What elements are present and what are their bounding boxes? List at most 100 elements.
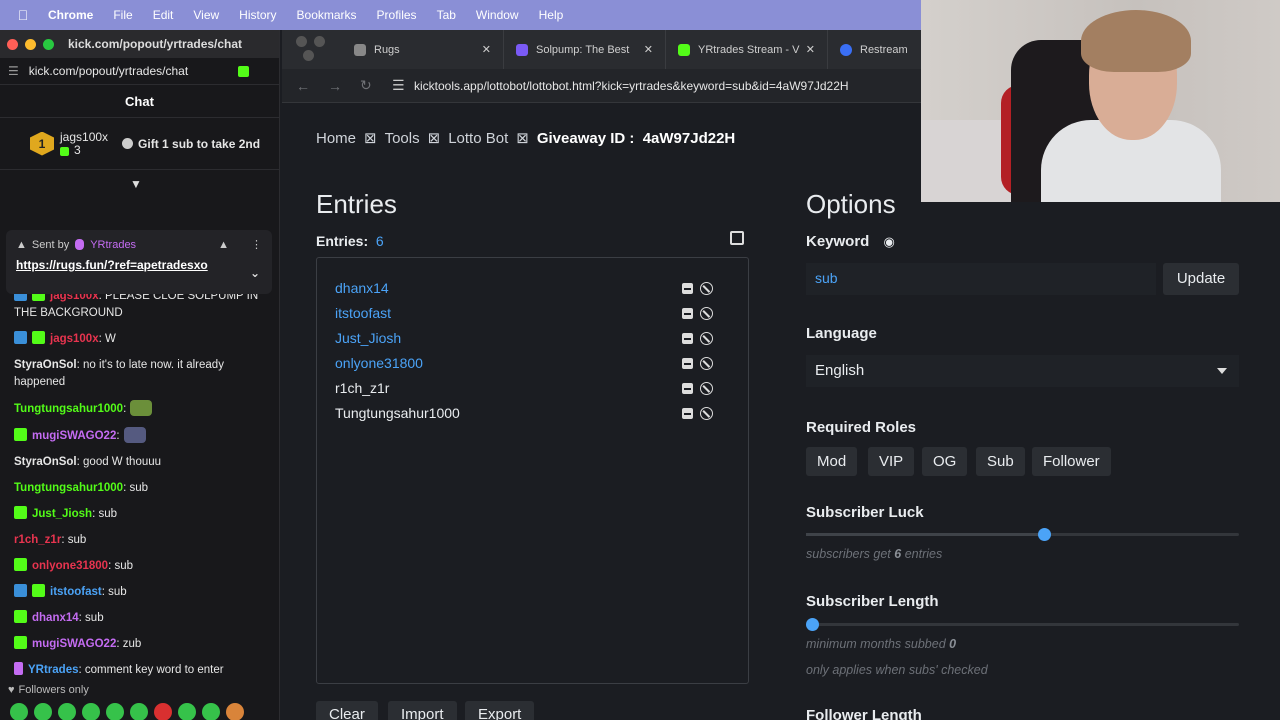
ban-entry-icon[interactable] xyxy=(700,332,713,345)
emote-icon[interactable] xyxy=(58,703,76,720)
emote-icon[interactable] xyxy=(226,703,244,720)
keyword-input[interactable]: sub xyxy=(806,263,1156,295)
eye-icon[interactable]: ◉ xyxy=(884,234,895,249)
zoom-window-icon[interactable] xyxy=(43,38,54,50)
tab-rugs[interactable]: Rugs ✕ xyxy=(342,30,504,69)
menu-help[interactable]: Help xyxy=(539,8,564,22)
role-vip-button[interactable]: VIP xyxy=(868,447,915,476)
back-arrow-icon[interactable]: ← xyxy=(296,78,314,94)
menu-window[interactable]: Window xyxy=(476,8,519,22)
close-tab-icon[interactable]: ✕ xyxy=(482,43,491,56)
subscriber-luck-slider[interactable] xyxy=(806,528,1239,541)
url-field[interactable]: kicktools.app/lottobot/lottobot.html?kic… xyxy=(414,79,849,93)
chat-username[interactable]: StyraOnSol xyxy=(14,456,77,468)
language-select[interactable]: English xyxy=(806,355,1239,387)
chat-username[interactable]: StyraOnSol xyxy=(14,359,77,371)
entry-name[interactable]: onlyone31800 xyxy=(335,355,423,371)
pinned-link-text[interactable]: https://rugs.fun/?ref=apetradesxo xyxy=(16,258,208,272)
emote-icon[interactable] xyxy=(82,703,100,720)
slider-thumb[interactable] xyxy=(806,618,819,631)
chat-url-bar[interactable]: ☰ kick.com/popout/yrtrades/chat xyxy=(0,58,279,85)
menu-view[interactable]: View xyxy=(193,8,219,22)
breadcrumb-home[interactable]: Home xyxy=(316,130,356,147)
subscriber-length-slider[interactable] xyxy=(806,618,1239,631)
minimize-window-icon[interactable] xyxy=(25,38,36,50)
unpin-icon[interactable]: ▲ xyxy=(218,239,229,251)
pinned-sent-by: Sent by xyxy=(31,238,70,251)
remove-entry-icon[interactable] xyxy=(682,283,693,294)
menu-profiles[interactable]: Profiles xyxy=(377,8,417,22)
remove-entry-icon[interactable] xyxy=(682,383,693,394)
emote-icon[interactable] xyxy=(10,703,28,720)
ban-entry-icon[interactable] xyxy=(700,357,713,370)
menu-file[interactable]: File xyxy=(113,8,132,22)
reload-icon[interactable]: ↻ xyxy=(360,77,378,94)
ban-entry-icon[interactable] xyxy=(700,282,713,295)
menu-edit[interactable]: Edit xyxy=(153,8,174,22)
update-button[interactable]: Update xyxy=(1163,263,1239,295)
emote-icon[interactable] xyxy=(130,703,148,720)
gift-cta[interactable]: Gift 1 sub to take 2nd xyxy=(122,137,260,151)
pinned-message[interactable]: ▲ Sent by YRtrades ▲ ⋮ https://rugs.fun/… xyxy=(6,230,272,294)
emote-icon[interactable] xyxy=(178,703,196,720)
more-options-icon[interactable]: ⋮ xyxy=(251,238,262,251)
entry-name[interactable]: r1ch_z1r xyxy=(335,380,389,396)
site-settings-icon[interactable]: ☰ xyxy=(8,64,19,78)
ban-entry-icon[interactable] xyxy=(700,307,713,320)
collapse-handle-icon[interactable]: ▼ xyxy=(130,177,142,191)
menu-history[interactable]: History xyxy=(239,8,276,22)
ban-entry-icon[interactable] xyxy=(700,382,713,395)
role-follower-button[interactable]: Follower xyxy=(1032,447,1111,476)
pinned-link[interactable]: https://rugs.fun/?ref=apetradesxo ⌄ xyxy=(6,251,272,280)
site-info-icon[interactable]: ☰ xyxy=(392,77,410,94)
clear-button[interactable]: Clear xyxy=(316,701,378,720)
tab-solpump[interactable]: Solpump: The Best ✕ xyxy=(504,30,666,69)
role-mod-button[interactable]: Mod xyxy=(806,447,858,476)
import-button[interactable]: Import xyxy=(388,701,457,720)
emote-icon[interactable] xyxy=(106,703,124,720)
emote-icon[interactable] xyxy=(154,703,172,720)
subscriber-luck-label: Subscriber Luck xyxy=(806,504,924,521)
emote-icon[interactable] xyxy=(202,703,220,720)
chat-username[interactable]: Tungtungsahur1000 xyxy=(14,403,123,415)
forward-arrow-icon[interactable]: → xyxy=(328,78,346,94)
entry-name[interactable]: dhanx14 xyxy=(335,280,389,296)
chat-username[interactable]: Just_Jiosh xyxy=(32,508,92,520)
emote-icon[interactable] xyxy=(34,703,52,720)
chat-username[interactable]: Tungtungsahur1000 xyxy=(14,482,123,494)
chat-username[interactable]: mugiSWAGO22 xyxy=(32,430,116,442)
chat-username[interactable]: mugiSWAGO22 xyxy=(32,638,116,650)
slider-thumb[interactable] xyxy=(1038,528,1052,541)
remove-entry-icon[interactable] xyxy=(682,358,693,369)
expand-chevron-icon[interactable]: ⌄ xyxy=(250,266,260,280)
breadcrumb-tools[interactable]: Tools xyxy=(385,130,420,147)
remove-entry-icon[interactable] xyxy=(682,408,693,419)
remove-entry-icon[interactable] xyxy=(682,308,693,319)
close-window-icon[interactable] xyxy=(7,38,18,50)
close-tab-icon[interactable]: ✕ xyxy=(644,43,653,56)
apple-icon[interactable]:  xyxy=(12,7,34,23)
menu-bookmarks[interactable]: Bookmarks xyxy=(297,8,357,22)
close-tab-icon[interactable]: ✕ xyxy=(806,43,815,56)
tab-kick-stream[interactable]: YRtrades Stream - V ✕ xyxy=(666,30,828,69)
kick-extension-icon[interactable] xyxy=(238,65,249,77)
remove-entry-icon[interactable] xyxy=(682,333,693,344)
entry-name[interactable]: itstoofast xyxy=(335,305,391,321)
copy-icon[interactable] xyxy=(730,231,744,245)
export-button[interactable]: Export xyxy=(465,701,535,720)
breadcrumb-lotto-bot[interactable]: Lotto Bot xyxy=(448,130,508,147)
role-sub-button[interactable]: Sub xyxy=(976,447,1025,476)
chat-username[interactable]: YRtrades xyxy=(28,664,79,676)
entry-name[interactable]: Just_Jiosh xyxy=(335,330,401,346)
chat-username[interactable]: jags100x xyxy=(50,333,99,345)
chat-username[interactable]: r1ch_z1r xyxy=(14,534,61,546)
role-og-button[interactable]: OG xyxy=(922,447,968,476)
chat-username[interactable]: itstoofast xyxy=(50,586,102,598)
chat-username[interactable]: onlyone31800 xyxy=(32,560,108,572)
chat-username[interactable]: dhanx14 xyxy=(32,612,79,624)
menu-tab[interactable]: Tab xyxy=(437,8,456,22)
pinned-user[interactable]: YRtrades xyxy=(90,239,136,251)
menu-app-name[interactable]: Chrome xyxy=(48,8,93,22)
ban-entry-icon[interactable] xyxy=(700,407,713,420)
entry-name[interactable]: Tungtungsahur1000 xyxy=(335,405,460,421)
